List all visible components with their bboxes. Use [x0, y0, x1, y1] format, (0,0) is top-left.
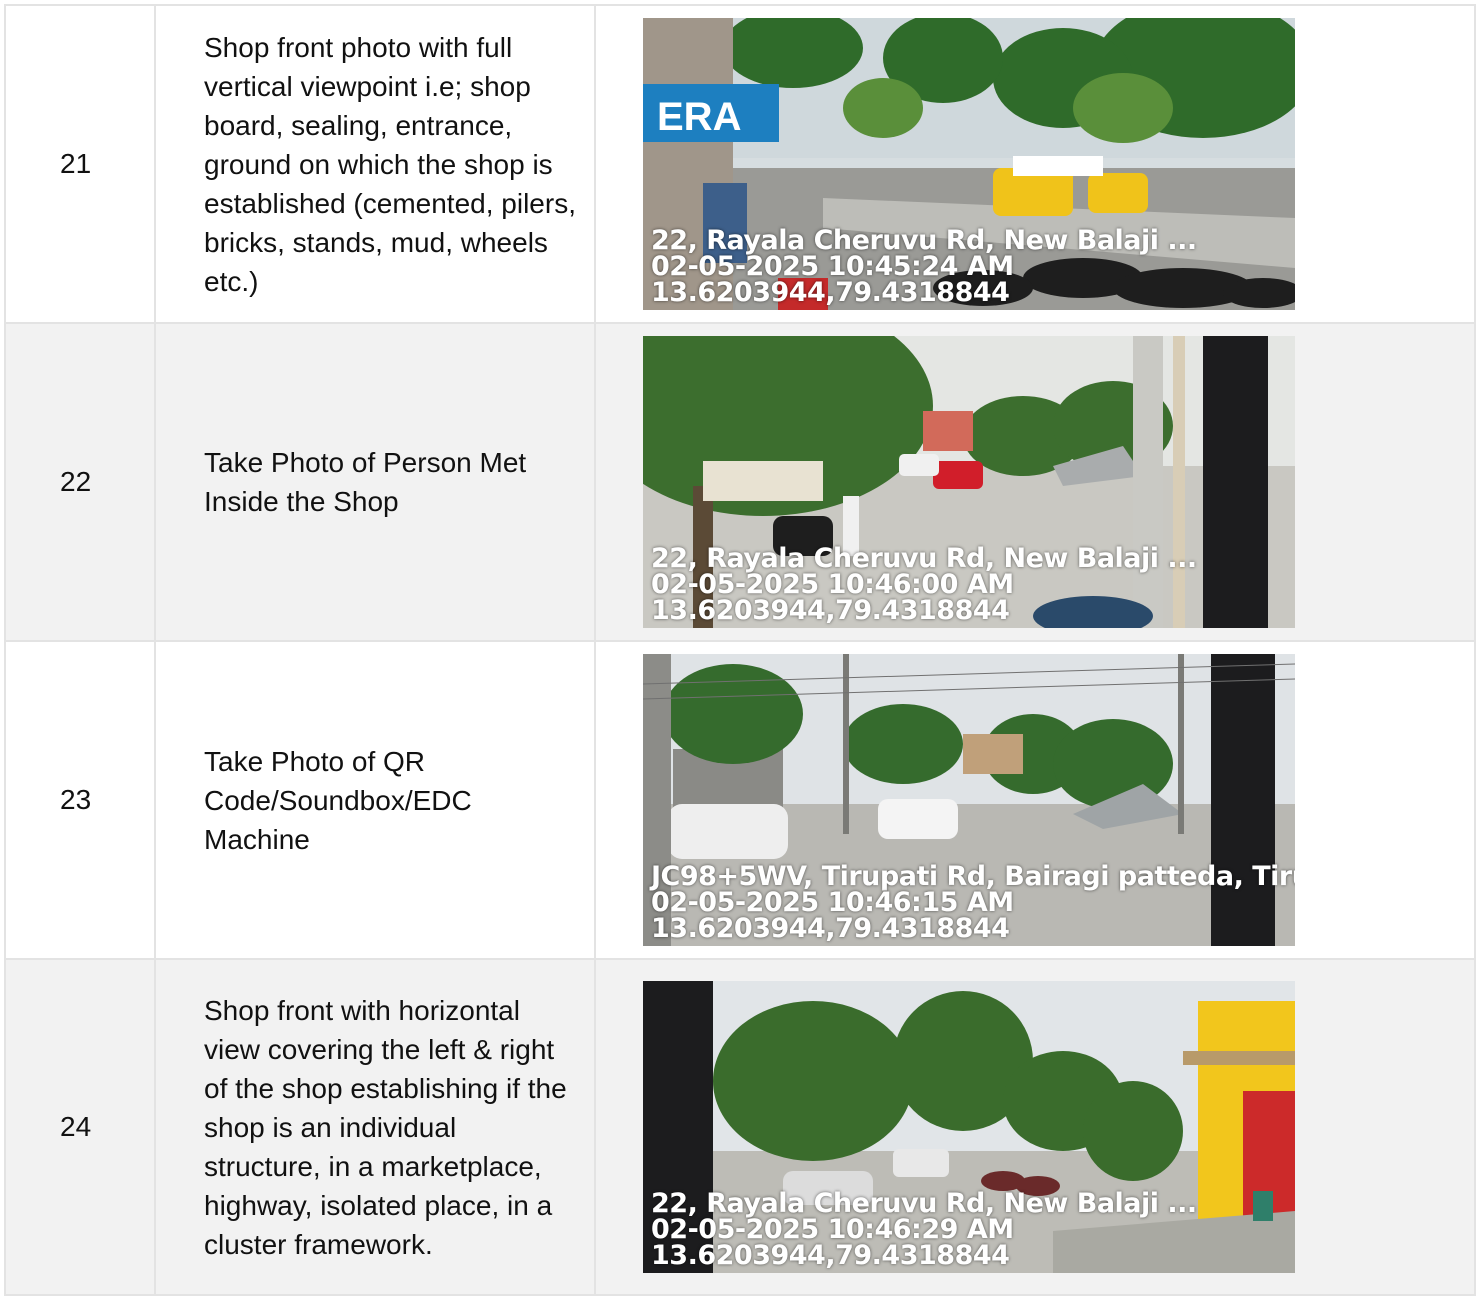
row-number: 23	[4, 640, 156, 960]
photo-geo-stamp: JC98+5WV, Tirupati Rd, Bairagi patteda, …	[651, 863, 1295, 944]
table-row: 24 Shop front with horizontal view cover…	[4, 958, 1476, 1296]
photo-cell: JC98+5WV, Tirupati Rd, Bairagi patteda, …	[594, 640, 1476, 960]
stamp-coords: 13.6203944,79.4318844	[651, 913, 1010, 944]
table-row: 21 Shop front photo with full vertical v…	[4, 4, 1476, 324]
row-number: 22	[4, 322, 156, 642]
verification-photo-table: 21 Shop front photo with full vertical v…	[4, 4, 1476, 1296]
photo-cell: 22, Rayala Cheruvu Rd, New Balaji ... 02…	[594, 322, 1476, 642]
row-description: Take Photo of QR Code/Soundbox/EDC Machi…	[154, 640, 596, 960]
stamp-coords: 13.6203944,79.4318844	[651, 1240, 1010, 1271]
row-description: Take Photo of Person Met Inside the Shop	[154, 322, 596, 642]
photo-cell: 22, Rayala Cheruvu Rd, New Balaji ... 02…	[594, 958, 1476, 1296]
table-row: 22 Take Photo of Person Met Inside the S…	[4, 322, 1476, 642]
qr-code-photo[interactable]: JC98+5WV, Tirupati Rd, Bairagi patteda, …	[643, 654, 1295, 946]
photo-geo-stamp: 22, Rayala Cheruvu Rd, New Balaji ... 02…	[651, 227, 1197, 308]
stamp-coords: 13.6203944,79.4318844	[651, 595, 1010, 626]
stamp-coords: 13.6203944,79.4318844	[651, 277, 1010, 308]
row-number: 21	[4, 4, 156, 324]
photo-cell: ERA 22, Rayala Cheruvu Rd, New Balaji ..…	[594, 4, 1476, 324]
photo-geo-stamp: 22, Rayala Cheruvu Rd, New Balaji ... 02…	[651, 1190, 1197, 1271]
table-row: 23 Take Photo of QR Code/Soundbox/EDC Ma…	[4, 640, 1476, 960]
horizontal-view-photo[interactable]: 22, Rayala Cheruvu Rd, New Balaji ... 02…	[643, 981, 1295, 1273]
person-met-photo[interactable]: 22, Rayala Cheruvu Rd, New Balaji ... 02…	[643, 336, 1295, 628]
row-description: Shop front photo with full vertical view…	[154, 4, 596, 324]
row-number: 24	[4, 958, 156, 1296]
photo-geo-stamp: 22, Rayala Cheruvu Rd, New Balaji ... 02…	[651, 545, 1197, 626]
row-description: Shop front with horizontal view covering…	[154, 958, 596, 1296]
shop-front-photo[interactable]: ERA 22, Rayala Cheruvu Rd, New Balaji ..…	[643, 18, 1295, 310]
sign-text: ERA	[657, 95, 741, 139]
